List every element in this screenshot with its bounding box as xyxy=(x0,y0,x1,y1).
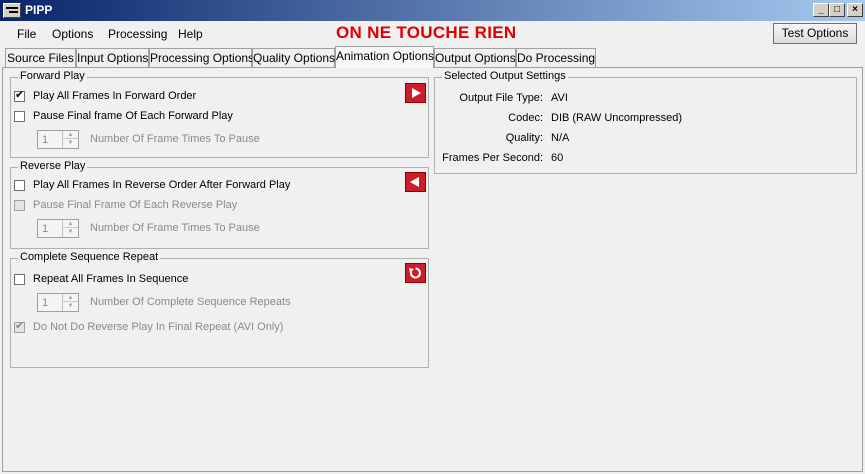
reverse-play-title: Reverse Play xyxy=(18,160,88,172)
reverse-pause-spinner-label: Number Of Frame Times To Pause xyxy=(90,222,260,234)
reverse-play-all-label: Play All Frames In Reverse Order After F… xyxy=(33,179,291,191)
forward-pause-spinner[interactable]: 1 ▲ ▼ xyxy=(37,130,79,149)
quality-label: Quality: xyxy=(505,132,543,144)
tab-processing-options[interactable]: Processing Options xyxy=(149,48,254,68)
spin-up-icon[interactable]: ▲ xyxy=(63,131,78,139)
sequence-repeat-title: Complete Sequence Repeat xyxy=(18,251,161,263)
spin-down-icon[interactable]: ▼ xyxy=(63,302,78,310)
minimize-icon[interactable]: _ xyxy=(813,3,829,17)
tab-do-processing[interactable]: Do Processing xyxy=(516,48,596,68)
forward-pause-spinner-value: 1 xyxy=(42,134,49,146)
spin-up-icon[interactable]: ▲ xyxy=(63,294,78,302)
quality-value: N/A xyxy=(551,132,570,144)
output-settings-title: Selected Output Settings xyxy=(442,70,568,82)
close-icon[interactable]: × xyxy=(847,3,863,17)
tab-quality-options[interactable]: Quality Options xyxy=(252,48,335,68)
repeat-count-spinner-value: 1 xyxy=(42,297,49,309)
output-settings-group: Selected Output Settings Output File Typ… xyxy=(434,70,857,174)
reverse-pause-spinner[interactable]: 1 ▲ ▼ xyxy=(37,219,79,238)
reverse-play-all-checkbox[interactable] xyxy=(14,180,25,191)
codec-value: DIB (RAW Uncompressed) xyxy=(551,112,683,124)
window-title: PIPP xyxy=(25,3,53,17)
menu-bar: File Options Processing Help ON NE TOUCH… xyxy=(0,21,865,45)
codec-label: Codec: xyxy=(508,112,543,124)
reverse-pause-spinner-value: 1 xyxy=(42,223,49,235)
repeat-all-row[interactable]: Repeat All Frames In Sequence xyxy=(14,273,314,287)
repeat-all-label: Repeat All Frames In Sequence xyxy=(33,273,189,285)
forward-pause-row[interactable]: Pause Final frame Of Each Forward Play xyxy=(14,110,314,124)
reverse-pause-label: Pause Final Frame Of Each Reverse Play xyxy=(33,199,238,211)
forward-play-title: Forward Play xyxy=(18,70,87,82)
play-forward-icon[interactable] xyxy=(405,83,426,103)
play-reverse-icon[interactable] xyxy=(405,172,426,192)
tab-input-options[interactable]: Input Options xyxy=(76,48,149,68)
forward-play-all-label: Play All Frames In Forward Order xyxy=(33,90,197,102)
repeat-count-spinner-label: Number Of Complete Sequence Repeats xyxy=(90,296,291,308)
sequence-repeat-group: Complete Sequence Repeat Repeat All Fram… xyxy=(10,251,429,368)
title-bar: PIPP _ □ × xyxy=(0,0,865,21)
forward-play-group: Forward Play ✔ Play All Frames In Forwar… xyxy=(10,70,429,158)
spin-down-icon[interactable]: ▼ xyxy=(63,139,78,147)
spin-up-icon[interactable]: ▲ xyxy=(63,220,78,228)
reverse-play-all-row[interactable]: Play All Frames In Reverse Order After F… xyxy=(14,179,314,193)
test-options-button[interactable]: Test Options xyxy=(773,23,857,44)
forward-play-all-row[interactable]: ✔ Play All Frames In Forward Order xyxy=(14,89,314,104)
forward-pause-label: Pause Final frame Of Each Forward Play xyxy=(33,110,233,122)
spin-down-icon[interactable]: ▼ xyxy=(63,228,78,236)
repeat-all-checkbox[interactable] xyxy=(14,274,25,285)
reverse-pause-row: Pause Final Frame Of Each Reverse Play xyxy=(14,199,314,213)
menu-file[interactable]: File xyxy=(17,27,36,41)
tab-output-options[interactable]: Output Options xyxy=(434,48,516,68)
menu-help[interactable]: Help xyxy=(178,27,203,41)
app-icon[interactable] xyxy=(3,3,21,18)
fps-value: 60 xyxy=(551,152,564,164)
maximize-icon[interactable]: □ xyxy=(829,3,845,17)
repeat-count-spinner[interactable]: 1 ▲ ▼ xyxy=(37,293,79,312)
reverse-pause-checkbox xyxy=(14,200,25,211)
forward-pause-checkbox[interactable] xyxy=(14,111,25,122)
output-file-type-value: AVI xyxy=(551,92,568,104)
fps-label: Frames Per Second: xyxy=(442,152,543,164)
repeat-icon[interactable] xyxy=(405,263,426,283)
no-reverse-label: Do Not Do Reverse Play In Final Repeat (… xyxy=(33,321,284,333)
no-reverse-row: ✔ Do Not Do Reverse Play In Final Repeat… xyxy=(14,320,314,335)
menu-options[interactable]: Options xyxy=(52,27,93,41)
forward-pause-spinner-label: Number Of Frame Times To Pause xyxy=(90,133,260,145)
forward-play-all-checkbox[interactable]: ✔ xyxy=(14,89,25,102)
banner-text: ON NE TOUCHE RIEN xyxy=(336,23,517,42)
no-reverse-checkbox: ✔ xyxy=(14,320,25,333)
tab-animation-options[interactable]: Animation Options xyxy=(335,46,434,68)
tab-source-files[interactable]: Source Files xyxy=(5,48,76,68)
output-file-type-label: Output File Type: xyxy=(459,92,543,104)
reverse-play-group: Reverse Play Play All Frames In Reverse … xyxy=(10,160,429,249)
tab-strip: Source Files Input Options Processing Op… xyxy=(0,46,865,68)
menu-processing[interactable]: Processing xyxy=(108,27,167,41)
